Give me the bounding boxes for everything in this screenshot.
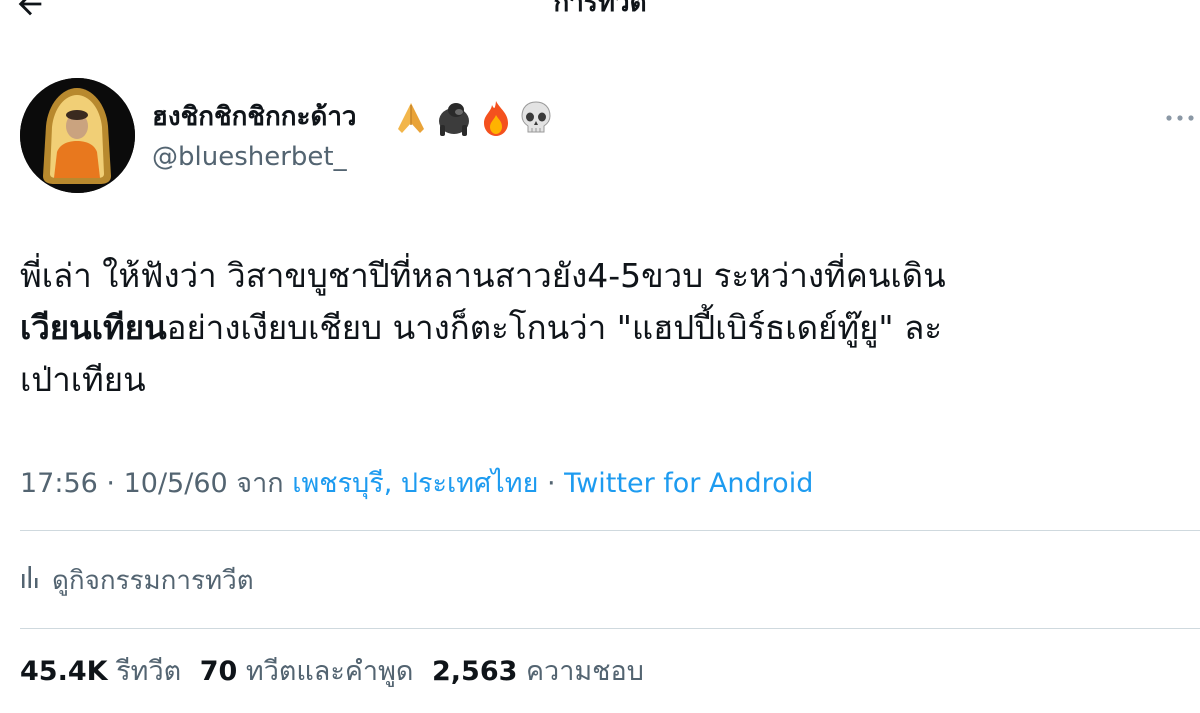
quotes-label: ทวีตและคำพูด: [245, 656, 414, 687]
quote-tweets-stat[interactable]: 70 ทวีตและคำพูด: [200, 656, 414, 687]
activity-label: ดูกิจกรรมการทวีต: [52, 565, 254, 596]
tweet-source-link[interactable]: Twitter for Android: [564, 468, 813, 499]
tweet-location-link[interactable]: เพชรบุรี, ประเทศไทย: [292, 468, 538, 499]
tweet-text-rest: อย่างเงียบเชียบ นางก็ตะโกนว่า "แฮปปี้เบิ…: [166, 308, 943, 347]
more-options-button[interactable]: [1162, 104, 1198, 128]
retweets-label: รีทวีต: [116, 656, 182, 687]
tweet-text-bold: เวียนเทียน: [20, 308, 167, 347]
likes-label: ความชอบ: [526, 656, 644, 687]
tweet-text-line: พี่เล่า ให้ฟังว่า วิสาขบูชาปีที่หลานสาวย…: [20, 256, 946, 295]
more-dots-icon: [1165, 107, 1195, 126]
skull-icon: [518, 99, 554, 137]
folded-hands-icon: [392, 99, 430, 137]
quotes-count: 70: [199, 656, 238, 687]
meta-separator: ·: [106, 468, 115, 499]
divider: [20, 530, 1200, 531]
meta-separator: ·: [546, 468, 556, 499]
name-emojis: [392, 98, 554, 138]
tweet-text-line: เวียนเทียนอย่างเงียบเชียบ นางก็ตะโกนว่า …: [20, 302, 1190, 354]
author-handle[interactable]: @bluesherbet_: [152, 140, 347, 174]
likes-stat[interactable]: 2,563 ความชอบ: [432, 656, 644, 687]
likes-count: 2,563: [432, 656, 518, 687]
tweet-time[interactable]: 17:56: [20, 468, 98, 499]
tweet-text: พี่เล่า ให้ฟังว่า วิสาขบูชาปีที่หลานสาวย…: [20, 250, 1190, 406]
tweet-meta: 17:56 · 10/5/60 จาก เพชรบุรี, ประเทศไทย …: [20, 466, 813, 502]
from-label: จาก: [236, 468, 284, 499]
tweet-stats: 45.4K รีทวีต 70 ทวีตและคำพูด 2,563 ความช…: [20, 654, 654, 690]
tweet-date[interactable]: 10/5/60: [124, 468, 228, 499]
retweets-stat[interactable]: 45.4K รีทวีต: [20, 656, 181, 687]
gorilla-icon: [434, 99, 474, 137]
analytics-icon: [20, 564, 40, 597]
view-tweet-activity-button[interactable]: ดูกิจกรรมการทวีต: [20, 560, 254, 600]
fire-icon: [478, 99, 514, 137]
avatar[interactable]: [20, 78, 135, 193]
retweets-count: 45.4K: [20, 656, 108, 687]
page-title: การทวีต: [553, 0, 647, 18]
top-navigation-bar: การทวีต: [0, 0, 1200, 40]
author-display-name[interactable]: ฮงชิกชิกชิกกะด้าว: [152, 100, 357, 134]
tweet-text-line: เป่าเทียน: [20, 360, 146, 399]
divider: [20, 628, 1200, 629]
